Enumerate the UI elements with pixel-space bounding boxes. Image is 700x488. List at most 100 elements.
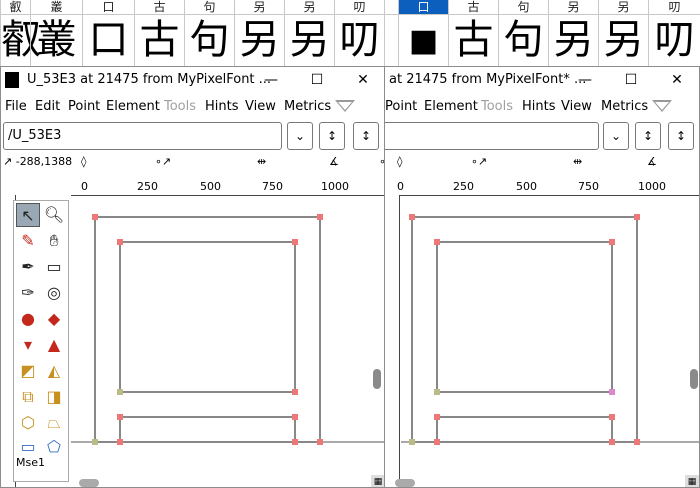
menu-point[interactable]: Point (385, 96, 417, 118)
resize-corner-icon[interactable]: ▦ (371, 475, 385, 487)
vertical-scrollbar-thumb[interactable] (373, 369, 381, 389)
menu-tools[interactable]: Tools (481, 96, 513, 118)
menu-overflow-icon[interactable] (652, 100, 672, 112)
glyph-name-field[interactable] (385, 122, 599, 150)
hv-curve-point-icon[interactable]: ◆ (42, 307, 66, 331)
glyph-cell[interactable]: 叨 叨 (648, 0, 700, 66)
glyph-cell[interactable]: 口 口 (82, 0, 134, 66)
control-point[interactable] (117, 414, 123, 420)
glyph-cell[interactable]: 叨 叨 (334, 0, 384, 66)
perspective-tool-icon[interactable]: ⏢ (42, 411, 66, 435)
control-point[interactable] (434, 414, 440, 420)
control-point[interactable] (434, 239, 440, 245)
glyph-canvas[interactable] (401, 197, 700, 487)
menu-file[interactable]: File (5, 96, 27, 118)
window-title: at 21475 from MyPixelFont* ... (389, 72, 587, 87)
control-point[interactable] (634, 214, 640, 220)
control-point[interactable] (292, 389, 298, 395)
control-point[interactable] (292, 414, 298, 420)
horizontal-scrollbar-thumb[interactable] (79, 479, 99, 487)
control-point[interactable] (609, 389, 615, 395)
control-point[interactable] (92, 214, 98, 220)
control-point[interactable] (609, 239, 615, 245)
prev-glyph-button[interactable]: ↕ (319, 122, 345, 150)
maximize-button[interactable]: ☐ (294, 67, 340, 93)
glyph-cell[interactable]: 另 另 (284, 0, 334, 66)
menu-edit[interactable]: Edit (35, 96, 60, 118)
next-glyph-button[interactable]: ↕ (353, 122, 379, 150)
control-point[interactable] (409, 214, 415, 220)
pencil-tool-icon[interactable]: ✎ (16, 229, 40, 253)
curve-point-icon[interactable]: ● (16, 307, 40, 331)
glyph-canvas[interactable] (71, 197, 385, 487)
glyph-cell[interactable]: 句 句 (184, 0, 234, 66)
skew-tool-icon[interactable]: ◨ (42, 385, 66, 409)
control-point[interactable] (317, 439, 323, 445)
glyph-name-field[interactable]: /U_53E3 (3, 122, 282, 150)
control-point[interactable] (609, 439, 615, 445)
prev-glyph-button[interactable]: ↕ (635, 122, 661, 150)
knife-tool-icon[interactable]: ✒ (16, 255, 40, 279)
control-point[interactable] (434, 439, 440, 445)
control-point[interactable] (92, 439, 98, 445)
glyph-cell[interactable]: 另 另 (598, 0, 648, 66)
title-bar[interactable]: at 21475 from MyPixelFont* ... — ☐ ✕ (385, 67, 699, 93)
glyph-cell[interactable]: 古 古 (134, 0, 184, 66)
horizontal-scrollbar-thumb[interactable] (395, 479, 415, 487)
magnify-tool-icon[interactable]: 🔍︎ (42, 203, 66, 227)
3d-rotate-tool-icon[interactable]: ⬡ (16, 411, 40, 435)
menu-tools[interactable]: Tools (164, 96, 196, 118)
hand-tool-icon[interactable]: ✋︎ (42, 229, 66, 253)
menu-view[interactable]: View (561, 96, 592, 118)
glyph-dropdown-button[interactable]: ⌄ (287, 122, 313, 150)
glyph-cell-preview: 叢 (36, 17, 77, 63)
flip-tool-icon[interactable]: ⧉ (16, 385, 40, 409)
scale-tool-icon[interactable]: ◩ (16, 359, 40, 383)
spiro-tool-icon[interactable]: ◎ (42, 281, 66, 305)
control-point[interactable] (117, 389, 123, 395)
glyph-cell[interactable]: 另 另 (548, 0, 598, 66)
menu-overflow-icon[interactable] (335, 100, 355, 112)
close-button[interactable]: ✕ (340, 67, 385, 93)
corner-point-icon[interactable]: ▾ (16, 333, 40, 357)
control-point[interactable] (634, 439, 640, 445)
close-button[interactable]: ✕ (654, 67, 699, 93)
resize-corner-icon[interactable]: ▦ (685, 475, 699, 487)
pointer-tool-icon[interactable]: ↖ (16, 203, 40, 227)
control-point[interactable] (292, 439, 298, 445)
maximize-button[interactable]: ☐ (608, 67, 654, 93)
minimize-button[interactable]: — (562, 67, 608, 93)
tangent-point-icon[interactable]: ▲ (42, 333, 66, 357)
glyph-cell[interactable] (384, 0, 398, 66)
control-point[interactable] (434, 389, 440, 395)
glyph-cell[interactable]: 句 句 (498, 0, 548, 66)
control-point[interactable] (117, 239, 123, 245)
glyph-cell[interactable]: 叡 叡 (0, 0, 41, 66)
control-point[interactable] (609, 414, 615, 420)
menu-metrics[interactable]: Metrics (284, 96, 331, 118)
glyph-dropdown-button[interactable]: ⌄ (603, 122, 629, 150)
glyph-cell-selected[interactable]: 口 ■ (398, 0, 448, 66)
control-point[interactable] (292, 239, 298, 245)
menu-hints[interactable]: Hints (522, 96, 556, 118)
control-point[interactable] (409, 439, 415, 445)
title-bar[interactable]: U_53E3 at 21475 from MyPixelFont ... — ☐… (1, 67, 385, 93)
rotate-tool-icon[interactable]: ◭ (42, 359, 66, 383)
glyph-cell[interactable]: 叢 叢 (30, 0, 82, 66)
menu-point[interactable]: Point (68, 96, 100, 118)
next-glyph-button[interactable]: ↕ (668, 122, 694, 150)
menu-view[interactable]: View (245, 96, 276, 118)
polygon-tool-icon[interactable]: ⬠ (42, 435, 66, 459)
control-point[interactable] (317, 214, 323, 220)
menu-hints[interactable]: Hints (205, 96, 239, 118)
menu-element[interactable]: Element (106, 96, 160, 118)
minimize-button[interactable]: — (248, 67, 294, 93)
glyph-cell[interactable]: 古 古 (448, 0, 498, 66)
pen-tool-icon[interactable]: ✑ (16, 281, 40, 305)
ruler-tool-icon[interactable]: ▭ (42, 255, 66, 279)
glyph-cell[interactable]: 另 另 (234, 0, 284, 66)
menu-metrics[interactable]: Metrics (601, 96, 648, 118)
menu-element[interactable]: Element (424, 96, 478, 118)
control-point[interactable] (117, 439, 123, 445)
vertical-scrollbar-thumb[interactable] (690, 369, 698, 389)
